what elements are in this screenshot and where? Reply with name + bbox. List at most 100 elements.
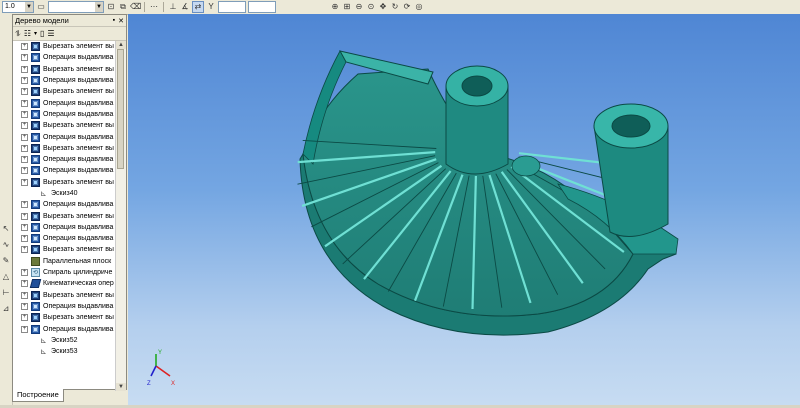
tree-item[interactable]: Параллельная плоск [13,256,117,267]
chevron-down-icon[interactable]: ▼ [25,2,33,12]
close-icon[interactable]: ✕ [118,17,124,25]
pin-icon[interactable]: ▪ [113,17,115,25]
coord-field-1[interactable] [218,1,246,13]
rotate-icon[interactable]: ↻ [390,2,400,12]
tree-item-label: Операция выдавлива [43,201,114,209]
expand-icon[interactable]: + [21,325,28,333]
view-orient-icon[interactable]: ◎ [414,2,424,12]
expand-icon[interactable]: + [21,302,28,310]
tree-item[interactable]: + ▣ Вырезать элемент вы [13,143,117,154]
expand-icon[interactable]: + [21,43,28,51]
tree-item[interactable]: + ▣ Операция выдавлива [13,154,117,165]
expand-icon[interactable]: + [21,54,28,62]
tree-item[interactable]: + Кинематическая опер [13,278,117,289]
snap-icon[interactable]: ⋯ [149,2,159,12]
pan-icon[interactable]: ✥ [378,2,388,12]
tree-order-icon[interactable]: ⥮ [15,29,21,39]
tree-item[interactable]: + ▣ Операция выдавлива [13,199,117,210]
expand-icon[interactable]: + [21,212,28,220]
tree-item[interactable]: + ▣ Вырезать элемент вы [13,177,117,188]
orthogonal-icon[interactable]: ⊥ [168,2,178,12]
expand-icon[interactable]: + [21,235,28,243]
scroll-up-icon[interactable]: ▲ [116,41,126,49]
tree-scrollbar[interactable]: ▲ ▼ [115,41,126,391]
tree-item[interactable]: + ▣ Операция выдавлива [13,97,117,108]
coordinates-icon[interactable]: ⇄ [192,1,204,13]
refresh-icon[interactable]: ⟳ [402,2,412,12]
expand-icon[interactable]: + [21,201,28,209]
tree-item[interactable]: + ▣ Вырезать элемент вы [13,64,117,75]
model-viewport[interactable]: X Y Z [128,14,800,405]
expand-icon[interactable]: + [21,314,28,322]
expand-icon[interactable]: + [21,280,28,288]
layers-icon[interactable]: ⧉ [118,2,128,12]
tree-item[interactable]: + ▣ Вырезать элемент вы [13,120,117,131]
tree-item[interactable]: + ▣ Операция выдавлива [13,323,117,334]
tree-item[interactable]: + ▣ Операция выдавлива [13,165,117,176]
expand-icon[interactable]: + [21,133,28,141]
curve-icon[interactable]: ∿ [1,240,11,250]
expand-icon[interactable]: + [21,178,28,186]
eraser-icon[interactable]: ⌫ [130,2,141,12]
tree-item[interactable]: + ▣ Операция выдавлива [13,222,117,233]
tree-item[interactable]: ⊾ Эскиз40 [13,188,117,199]
axis-y-icon[interactable]: Y [206,2,216,12]
tree-item[interactable]: + ▣ Операция выдавлива [13,75,117,86]
pencil-icon[interactable]: ✎ [1,256,11,266]
dimension-icon[interactable]: ⊢ [1,288,11,298]
select-icon[interactable]: ↖ [1,224,11,234]
expand-icon[interactable]: + [21,269,28,277]
tree-item-label: Операция выдавлива [43,325,114,333]
tree-item[interactable]: + ▣ Вырезать элемент вы [13,41,117,52]
tree-item[interactable]: + ▣ Операция выдавлива [13,233,117,244]
expand-icon[interactable]: + [21,99,28,107]
tree-structure-icon[interactable]: ☷ [24,29,31,38]
zoom-in-icon[interactable]: ⊕ [330,2,340,12]
triangle-icon[interactable]: △ [1,272,11,282]
expand-icon[interactable]: + [21,65,28,73]
tree-item[interactable]: + ▣ Операция выдавлива [13,109,117,120]
scroll-down-icon[interactable]: ▼ [116,383,126,391]
expand-icon[interactable]: + [21,167,28,175]
style-combo[interactable]: ▼ [48,1,104,13]
tree-settings-icon[interactable]: ▯ [40,29,44,38]
tree-item[interactable]: + ▣ Операция выдавлива [13,52,117,63]
angle-icon[interactable]: ∡ [180,2,190,12]
tree-filter-icon[interactable]: ☰ [47,29,54,38]
measure-icon[interactable]: ⊿ [1,304,11,314]
zoom-out-icon[interactable]: ⊖ [354,2,364,12]
expand-icon[interactable]: + [21,246,28,254]
expand-icon[interactable]: + [21,110,28,118]
cut-extrusion-icon: ▣ [31,290,40,300]
grid-icon[interactable]: ⊡ [106,2,116,12]
save-icon[interactable]: ▭ [36,2,46,12]
tree-item[interactable]: + ▣ Операция выдавлива [13,131,117,142]
coord-field-2[interactable] [248,1,276,13]
expand-icon[interactable]: + [21,291,28,299]
zoom-all-icon[interactable]: ⊙ [366,2,376,12]
tree-item[interactable]: ⊾ Эскиз53 [13,346,117,357]
scroll-thumb[interactable] [117,49,124,169]
expand-icon[interactable]: + [21,156,28,164]
expand-icon[interactable]: + [21,77,28,85]
chevron-down-icon[interactable]: ▾ [34,30,37,37]
tree-item[interactable]: + ▣ Вырезать элемент вы [13,290,117,301]
expand-icon[interactable]: + [21,122,28,130]
chevron-down-icon[interactable]: ▼ [95,2,103,12]
expand-icon[interactable]: + [21,144,28,152]
expand-icon[interactable]: + [21,88,28,96]
tree-item[interactable]: + ▣ Вырезать элемент вы [13,86,117,97]
tree-item[interactable]: + ⟲ Спираль цилиндриче [13,267,117,278]
tree-item[interactable]: + ▣ Операция выдавлива [13,301,117,312]
extrusion-icon: ▣ [31,53,40,63]
tree-item[interactable]: ⊾ Эскиз52 [13,335,117,346]
zoom-window-icon[interactable]: ⊞ [342,2,352,12]
tab-construction[interactable]: Построение [12,389,64,402]
tree-item-label: Вырезать элемент вы [43,88,114,96]
tree-item[interactable]: + ▣ Вырезать элемент вы [13,244,117,255]
tree-item[interactable]: + ▣ Вырезать элемент вы [13,210,117,221]
expand-icon[interactable]: + [21,223,28,231]
tree-item[interactable]: + ▣ Вырезать элемент вы [13,312,117,323]
scale-combo[interactable]: 1.0 ▼ [2,1,34,13]
extrusion-icon: ▣ [31,222,40,232]
